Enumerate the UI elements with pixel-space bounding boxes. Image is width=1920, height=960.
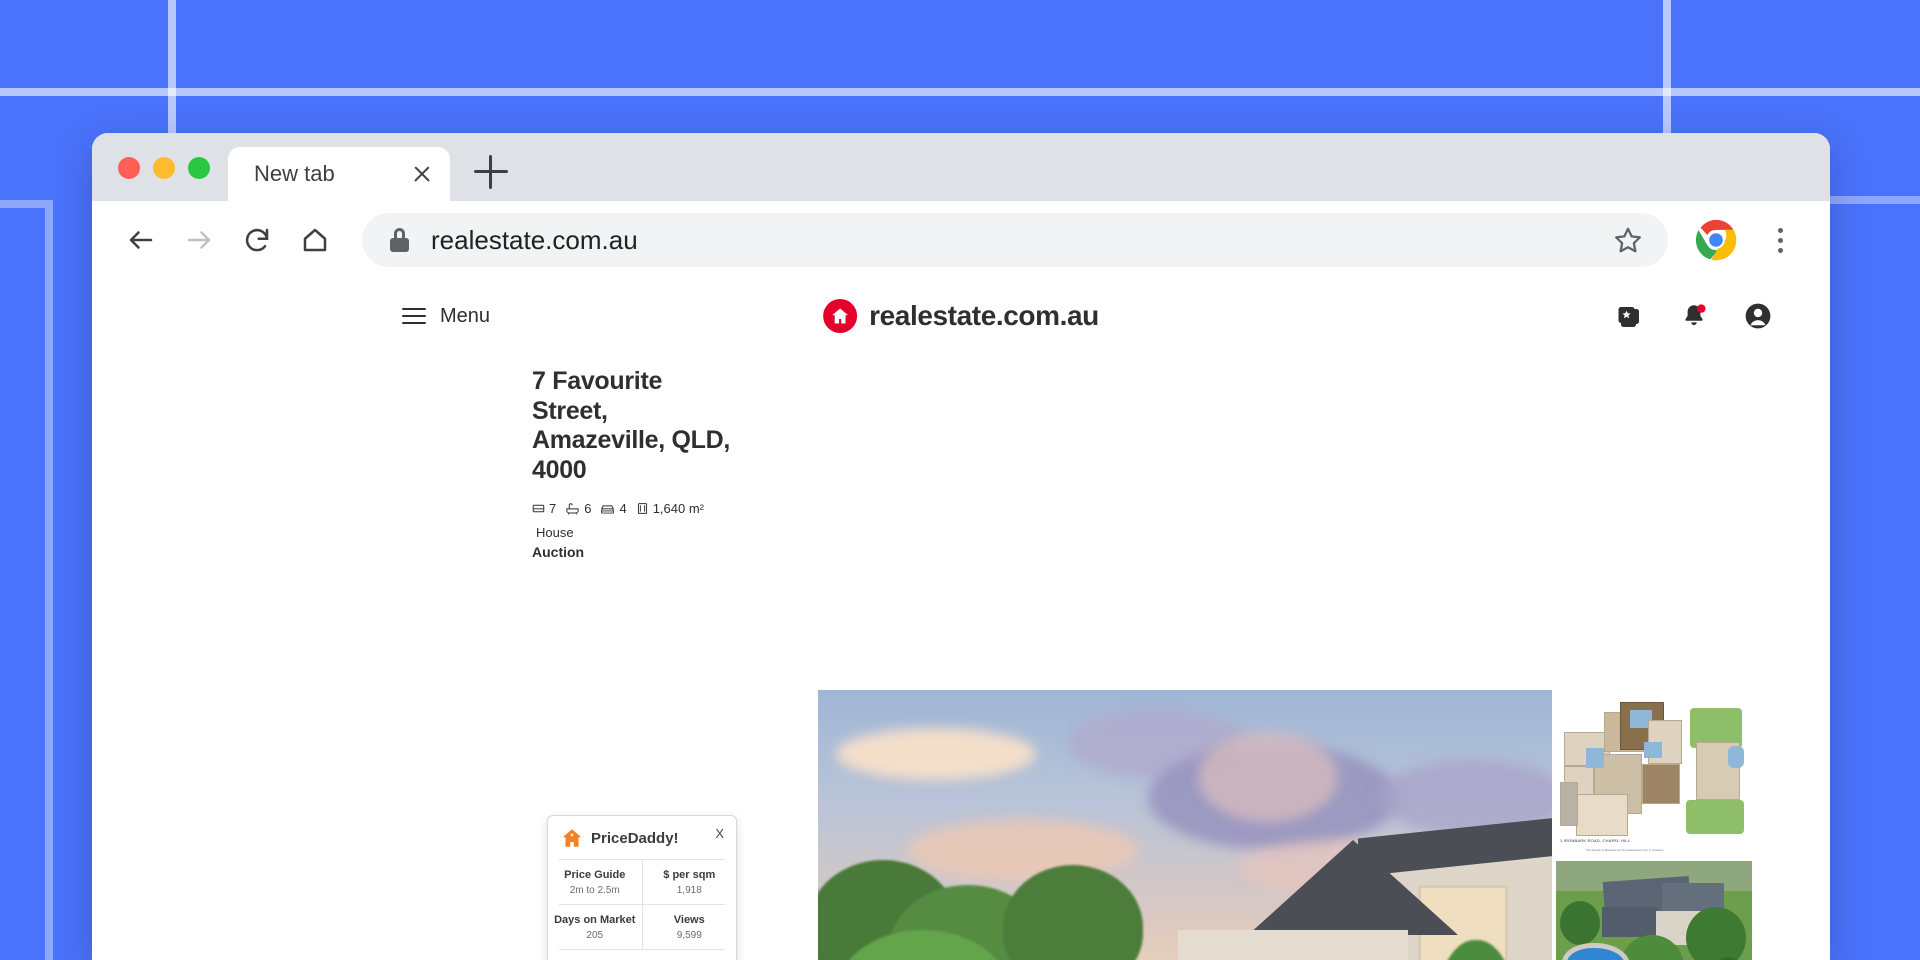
- spec-value: 7: [549, 501, 557, 516]
- listing-summary: 7 Favourite Street, Amazeville, QLD, 400…: [532, 367, 732, 560]
- grid-line-vertical: [45, 200, 53, 960]
- gallery-thumbnails: 1 IRONBARK ROAD, CHAPEL HILL This floorp…: [1556, 690, 1752, 960]
- back-button[interactable]: [114, 213, 168, 267]
- gable-roof: [1248, 840, 1458, 935]
- notifications-bell-icon[interactable]: [1680, 302, 1708, 330]
- site-menu-label: Menu: [440, 304, 491, 327]
- floorplan-canvas: 1 IRONBARK ROAD, CHAPEL HILL This floorp…: [1556, 690, 1752, 857]
- site-menu-button[interactable]: Menu: [402, 305, 490, 328]
- address-line-1: 7 Favourite Street,: [532, 367, 663, 425]
- browser-tab-strip: New tab: [92, 133, 1830, 201]
- browser-tab[interactable]: New tab: [228, 147, 450, 201]
- spec-land-area: 1,640 m²: [636, 501, 704, 516]
- reload-button[interactable]: [230, 213, 284, 267]
- spec-bedrooms: 7: [532, 501, 556, 516]
- widget-close-icon[interactable]: X: [715, 827, 724, 840]
- house-logo-icon: [561, 827, 583, 849]
- new-tab-button[interactable]: [474, 155, 508, 189]
- stat-value: 205: [586, 930, 604, 941]
- spec-value: 1,640 m²: [652, 501, 705, 516]
- header-icon-group: [1616, 302, 1772, 330]
- stat-value: 9,599: [676, 930, 702, 941]
- browser-menu-icon[interactable]: [1756, 216, 1804, 264]
- property-gallery: 1 IRONBARK ROAD, CHAPEL HILL This floorp…: [818, 690, 1752, 960]
- pricedaddy-widget: PriceDaddy! X Price Guide 2m to 2.5m $ p…: [547, 815, 737, 960]
- address-bar-url: realestate.com.au: [431, 224, 638, 255]
- cloud: [1198, 732, 1338, 822]
- home-button[interactable]: [288, 213, 342, 267]
- address-bar[interactable]: realestate.com.au: [362, 213, 1668, 267]
- address-line-3: 4000: [532, 455, 587, 484]
- account-avatar-icon[interactable]: [1744, 302, 1772, 330]
- window-close-button[interactable]: [118, 157, 140, 179]
- floorplan-caption: 1 IRONBARK ROAD, CHAPEL HILL: [1560, 838, 1631, 843]
- grid-line-horizontal: [0, 88, 1920, 96]
- window-minimize-button[interactable]: [153, 157, 175, 179]
- tab-title: New tab: [254, 161, 335, 186]
- window-traffic-lights: [92, 157, 228, 201]
- spec-carspaces: 4: [600, 501, 627, 516]
- stat-label: Views: [673, 914, 705, 926]
- spec-value: 4: [619, 501, 627, 516]
- forward-button[interactable]: [172, 213, 226, 267]
- address-line-2: Amazeville, QLD,: [532, 426, 731, 454]
- house-logo-icon: [823, 299, 858, 333]
- browser-window: New tab realestate.com.au Menu realestat…: [92, 133, 1830, 960]
- widget-header: PriceDaddy! X: [548, 816, 736, 859]
- widget-scores: Walk Score 77 Very Walkable. Most errand…: [548, 950, 736, 960]
- site-logo[interactable]: realestate.com.au: [823, 299, 1099, 333]
- listing-specs: 7 6 4 1,640 m² House: [532, 501, 732, 540]
- bookmark-star-icon[interactable]: [1604, 216, 1652, 264]
- stat-days-on-market: Days on Market 205: [548, 905, 642, 949]
- site-header: Menu realestate.com.au: [92, 279, 1830, 353]
- stat-label: $ per sqm: [663, 869, 716, 881]
- listing-address: 7 Favourite Street, Amazeville, QLD, 400…: [532, 367, 732, 485]
- aerial-canvas: [1556, 861, 1752, 960]
- hero-photo[interactable]: [818, 690, 1552, 960]
- aerial-pool-thumbnail[interactable]: [1556, 861, 1752, 960]
- stat-views: Views 9,599: [641, 905, 737, 949]
- cloud: [836, 728, 1036, 780]
- house-wall: [1178, 930, 1408, 960]
- listing-property-type: House: [536, 525, 574, 540]
- hamburger-icon: [402, 307, 426, 325]
- spec-bathrooms: 6: [565, 501, 591, 516]
- chrome-logo-icon[interactable]: [1694, 218, 1738, 262]
- spec-value: 6: [584, 501, 592, 516]
- stat-value: 2m to 2.5m: [569, 885, 620, 896]
- tab-close-icon[interactable]: [410, 162, 434, 186]
- site-brand-text: realestate.com.au: [869, 300, 1099, 331]
- stat-value: 1,918: [676, 885, 702, 896]
- floorplan-thumbnail[interactable]: 1 IRONBARK ROAD, CHAPEL HILL This floorp…: [1556, 690, 1752, 857]
- stat-price-per-sqm: $ per sqm 1,918: [641, 860, 737, 904]
- browser-toolbar: realestate.com.au: [92, 201, 1830, 279]
- stat-price-guide: Price Guide 2m to 2.5m: [548, 860, 642, 904]
- page-viewport: Menu realestate.com.au 7 Favourite Stree…: [92, 279, 1830, 960]
- stat-label: Days on Market: [554, 914, 636, 926]
- widget-stats-row-1: Price Guide 2m to 2.5m $ per sqm 1,918: [548, 860, 736, 904]
- saved-properties-icon[interactable]: [1616, 302, 1644, 330]
- widget-title: PriceDaddy!: [591, 829, 679, 847]
- floorplan-subcaption: This floorplan is illustrative and for m…: [1586, 849, 1664, 852]
- widget-stats-row-2: Days on Market 205 Views 9,599: [548, 905, 736, 949]
- lock-icon: [390, 228, 409, 252]
- window-maximize-button[interactable]: [188, 157, 210, 179]
- stat-label: Price Guide: [564, 869, 626, 881]
- listing-sale-method: Auction: [532, 544, 585, 560]
